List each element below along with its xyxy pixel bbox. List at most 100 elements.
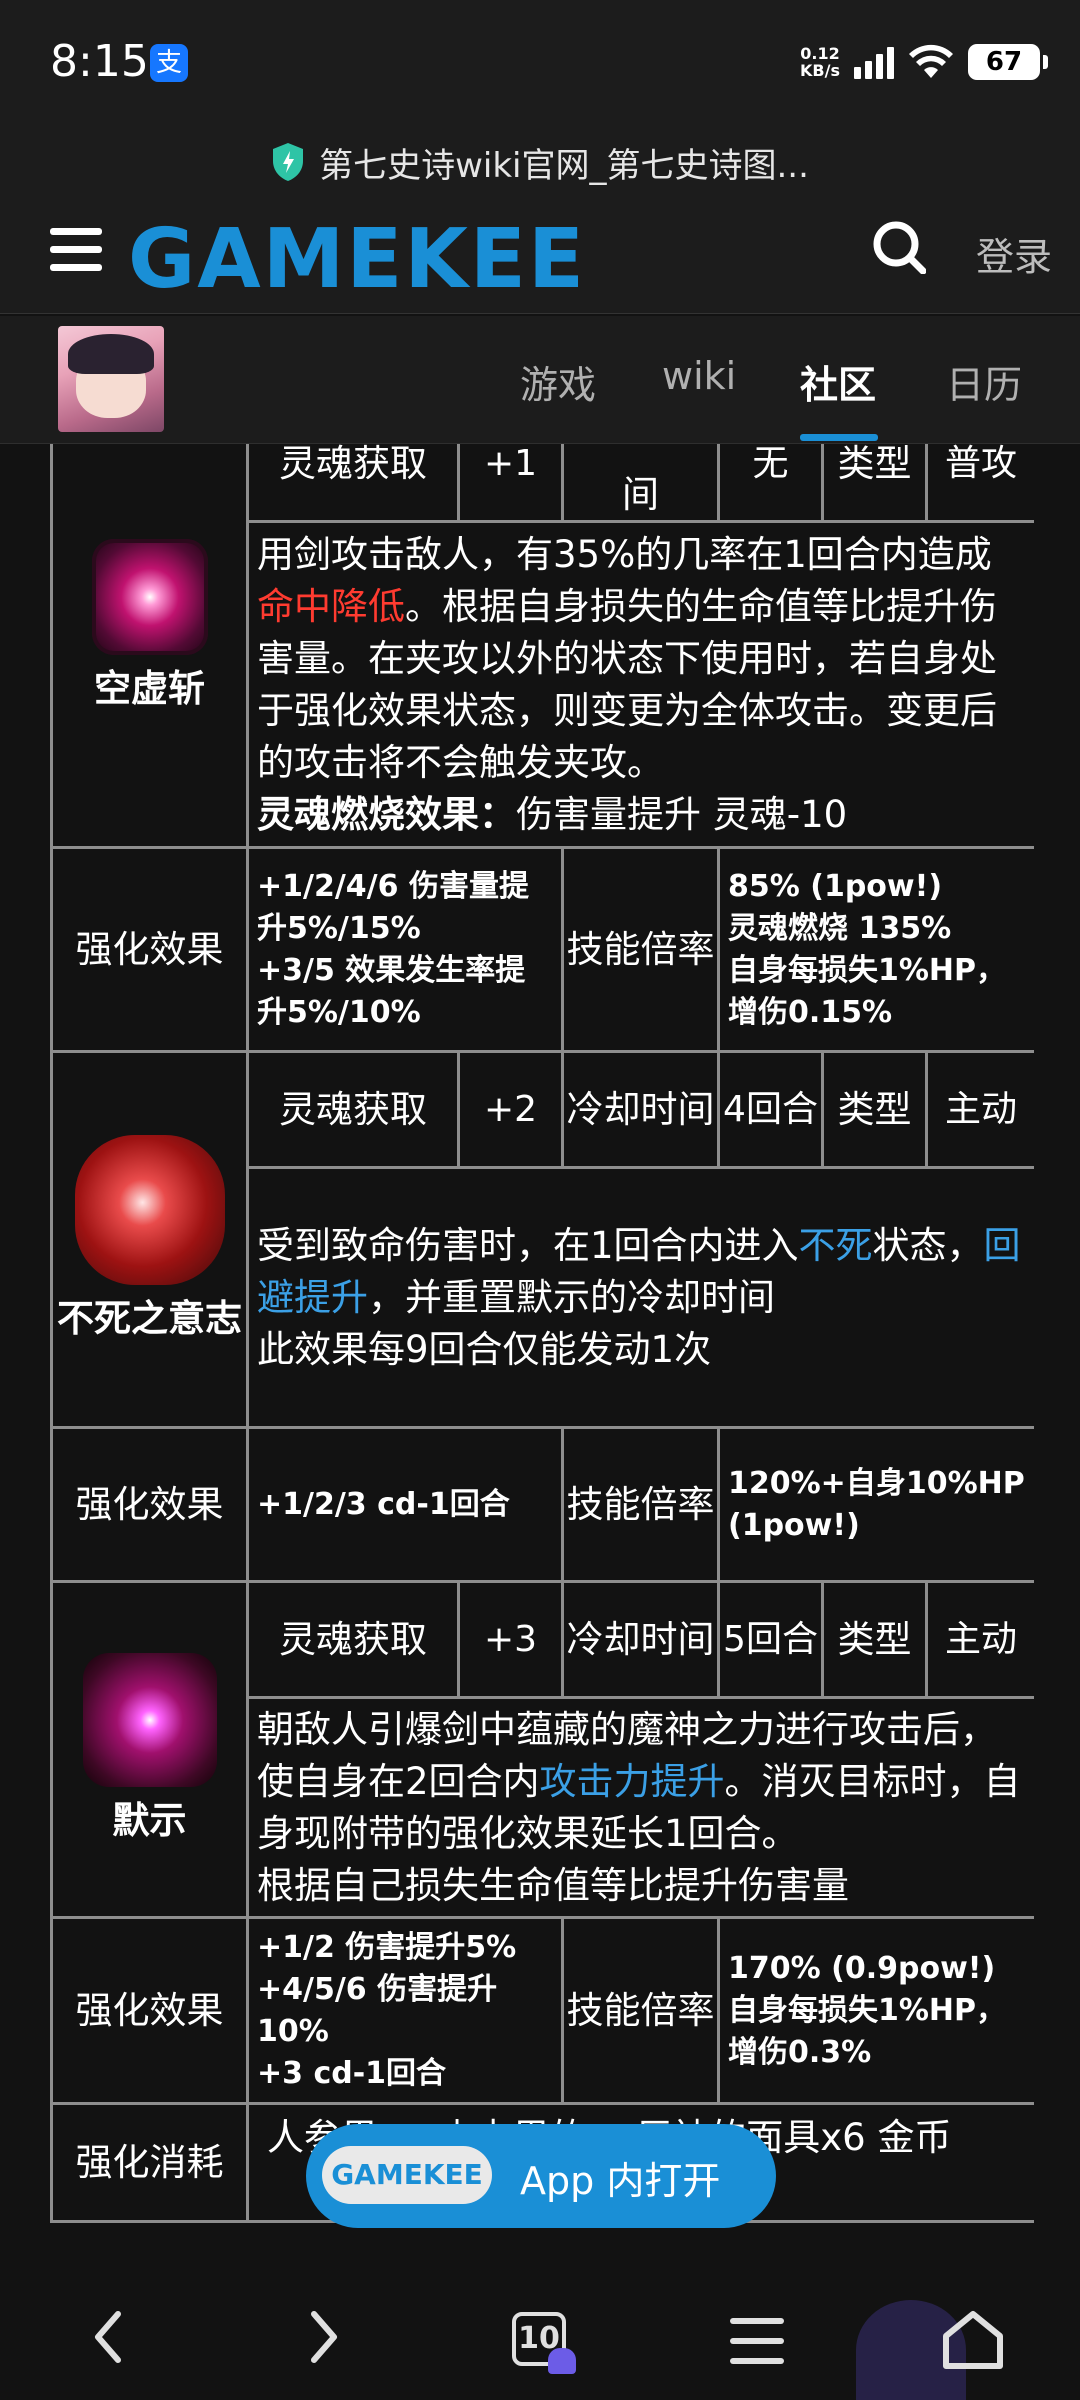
type-value: 普攻 <box>925 444 1034 523</box>
cooldown-label: 冷却时间 <box>561 1050 720 1169</box>
tab-calendar[interactable]: 日历 <box>946 354 1022 409</box>
tab-games[interactable]: 游戏 <box>520 354 596 409</box>
soulburn-label: 灵魂燃烧效果： <box>257 792 516 836</box>
type-label: 类型 <box>821 1580 928 1699</box>
type-value: 主动 <box>925 1580 1034 1699</box>
skill-name-cell: 默示 <box>50 1580 249 1919</box>
desc-text: 受到致命伤害时，在1回合内进入 <box>257 1223 799 1267</box>
back-icon[interactable] <box>90 2310 126 2364</box>
gamekee-logo[interactable]: GAMEKEE <box>128 212 586 307</box>
multiplier-label: 技能倍率 <box>561 846 720 1053</box>
skill-description: 受到致命伤害时，在1回合内进入不死状态，回避提升，并重置默示的冷却时间 此效果每… <box>246 1166 1034 1429</box>
enhance-details: +1/2/3 cd-1回合 <box>246 1426 564 1583</box>
enhance-line: +1/2/4/6 伤害量提升5%/15% <box>257 868 529 946</box>
soul-gain-value: +2 <box>457 1050 564 1169</box>
open-in-app-label: App 内打开 <box>520 2159 721 2203</box>
enhance-line: +3 cd-1回合 <box>257 2055 447 2091</box>
avatar[interactable] <box>58 326 164 432</box>
table-row: 默示 灵魂获取 +3 冷却时间 5回合 类型 主动 <box>50 1580 1034 1919</box>
skill-name-cell: 不死之意志 <box>50 1050 249 1429</box>
signal-icon <box>854 45 894 79</box>
skills-table: 空虚斩 灵魂获取 +1 间 无 类型 普攻 用剑攻击敌人，有35%的几率在1回合… <box>50 444 1034 2223</box>
enhance-label: 强化效果 <box>50 1916 249 2105</box>
tab-community[interactable]: 社区 <box>800 354 876 409</box>
cooldown-label: 间 <box>561 444 720 523</box>
desc-text: 用剑攻击敌人，有35%的几率在1回合内造成 <box>257 532 992 576</box>
open-in-app-button[interactable]: GAMEKEE App 内打开 <box>306 2124 776 2228</box>
multiplier-label: 技能倍率 <box>561 1916 720 2105</box>
soul-gain-label: 灵魂获取 <box>246 444 460 523</box>
soulburn-text: 伤害量提升 灵魂-10 <box>516 792 848 836</box>
battery-indicator: 67 <box>968 44 1048 80</box>
enhance-label: 强化效果 <box>50 846 249 1053</box>
multiplier-line: 自身每损失1%HP，增伤0.15% <box>728 952 1007 1030</box>
net-speed-unit: KB/s <box>800 61 840 80</box>
home-icon[interactable] <box>940 2310 1006 2370</box>
desc-text: 此效果每9回合仅能发动1次 <box>257 1327 712 1371</box>
skill-name: 空虚斩 <box>94 666 205 710</box>
skill-description: 用剑攻击敌人，有35%的几率在1回合内造成命中降低。根据自身损失的生命值等比提升… <box>246 520 1034 849</box>
enhance-line: +4/5/6 伤害提升10% <box>257 1971 498 2049</box>
tab-wiki[interactable]: wiki <box>662 354 736 398</box>
soul-gain-label: 灵魂获取 <box>246 1580 460 1699</box>
table-row: 强化效果 +1/2/4/6 伤害量提升5%/15% +3/5 效果发生率提升5%… <box>50 846 1034 1053</box>
void-slash-skill-icon <box>91 538 208 655</box>
multiplier-details: 120%+自身10%HP (1pow!) <box>717 1426 1034 1583</box>
skills-table-container[interactable]: 空虚斩 灵魂获取 +1 间 无 类型 普攻 用剑攻击敌人，有35%的几率在1回合… <box>50 444 1034 2226</box>
net-speed: 0.12 KB/s <box>800 45 840 79</box>
table-row: 强化效果 +1/2/3 cd-1回合 技能倍率 120%+自身10%HP (1p… <box>50 1426 1034 1583</box>
skill-name: 不死之意志 <box>57 1296 242 1340</box>
alipay-icon: 支 <box>150 44 188 82</box>
enhance-line: +1/2 伤害提升5% <box>257 1929 517 1965</box>
cooldown-value: 无 <box>717 444 824 523</box>
desc-text: ，并重置默示的冷却时间 <box>368 1275 775 1319</box>
multiplier-line: 自身每损失1%HP，增伤0.3% <box>728 1992 1007 2070</box>
multiplier-line: 170% (0.9pow!) <box>728 1950 996 1986</box>
type-value: 主动 <box>925 1050 1034 1169</box>
search-icon[interactable] <box>872 220 926 274</box>
net-speed-value: 0.12 <box>800 44 840 63</box>
menu-icon[interactable] <box>730 2318 784 2364</box>
desc-text: 根据自己损失生命值等比提升伤害量 <box>257 1863 849 1907</box>
ghost-badge-icon <box>548 2348 576 2374</box>
status-indicators: 0.12 KB/s 67 <box>800 40 1048 84</box>
table-row: 空虚斩 灵魂获取 +1 间 无 类型 普攻 <box>50 444 1034 849</box>
enhance-label: 强化效果 <box>50 1426 249 1583</box>
type-label: 类型 <box>821 1050 928 1169</box>
page-title[interactable]: 第七史诗wiki官网_第七史诗图... <box>319 138 809 187</box>
enhance-line: +3/5 效果发生率提升5%/10% <box>257 952 526 1030</box>
soul-gain-value: +3 <box>457 1580 564 1699</box>
cost-label: 强化消耗 <box>50 2102 249 2223</box>
gamekee-app-logo: GAMEKEE <box>322 2146 492 2204</box>
soul-gain-label: 灵魂获取 <box>246 1050 460 1169</box>
multiplier-line: 85% (1pow!) <box>728 868 943 904</box>
undying-will-skill-icon <box>74 1134 225 1285</box>
skill-description: 朝敌人引爆剑中蕴藏的魔神之力进行攻击后，使自身在2回合内攻击力提升。消灭目标时，… <box>246 1696 1034 1919</box>
buff-keyword[interactable]: 不死 <box>799 1224 873 1267</box>
url-bar[interactable]: 第七史诗wiki官网_第七史诗图... <box>0 120 1080 204</box>
multiplier-details: 170% (0.9pow!) 自身每损失1%HP，增伤0.3% <box>717 1916 1034 2105</box>
soul-gain-value: +1 <box>457 444 564 523</box>
hamburger-menu-icon[interactable] <box>50 228 102 282</box>
cooldown-value: 5回合 <box>717 1580 824 1699</box>
shield-icon <box>273 143 304 181</box>
cooldown-label: 冷却时间 <box>561 1580 720 1699</box>
desc-text: 状态， <box>872 1223 984 1267</box>
revelation-skill-icon <box>82 1652 217 1787</box>
status-time: 8:15 <box>50 36 149 87</box>
login-link[interactable]: 登录 <box>976 226 1052 281</box>
skill-name-cell: 空虚斩 <box>50 444 249 849</box>
multiplier-label: 技能倍率 <box>561 1426 720 1583</box>
wifi-icon <box>909 44 953 78</box>
table-row: 不死之意志 灵魂获取 +2 冷却时间 4回合 类型 主动 <box>50 1050 1034 1429</box>
enhance-details: +1/2/4/6 伤害量提升5%/15% +3/5 效果发生率提升5%/10% <box>246 846 564 1053</box>
multiplier-details: 85% (1pow!) 灵魂燃烧 135% 自身每损失1%HP，增伤0.15% <box>717 846 1034 1053</box>
buff-keyword[interactable]: 攻击力提升 <box>540 1760 725 1803</box>
skill-name: 默示 <box>112 1798 187 1842</box>
forward-icon[interactable] <box>306 2310 342 2364</box>
enhance-details: +1/2 伤害提升5% +4/5/6 伤害提升10% +3 cd-1回合 <box>246 1916 564 2105</box>
cooldown-value: 4回合 <box>717 1050 824 1169</box>
active-tab-indicator <box>800 434 878 441</box>
type-label: 类型 <box>821 444 928 523</box>
debuff-keyword[interactable]: 命中降低 <box>257 585 405 628</box>
